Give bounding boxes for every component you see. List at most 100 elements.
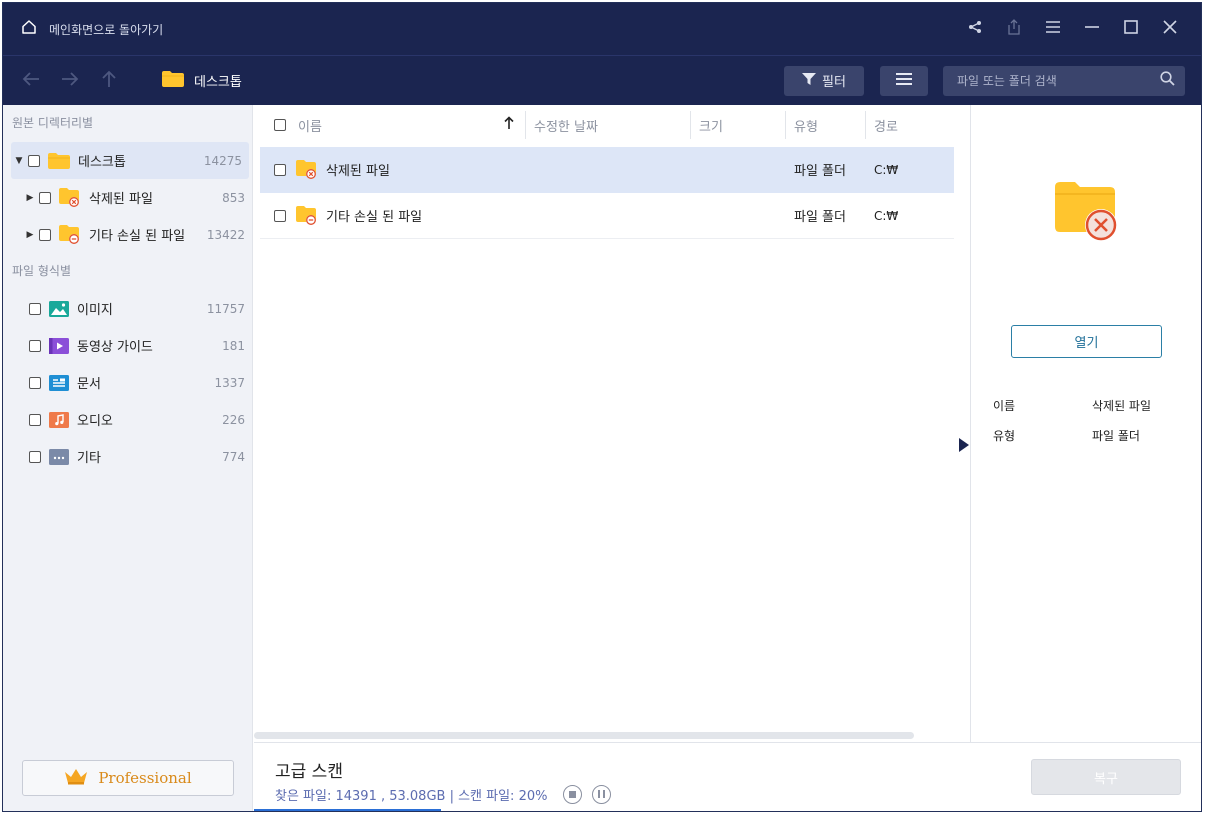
image-icon [49,300,69,317]
title-bar: 메인화면으로 돌아가기 [3,3,1201,55]
cell-type: 파일 폴더 [794,210,846,225]
sidebar-item-label: 삭제된 파일 [89,192,153,207]
sort-ascending-icon[interactable] [504,116,514,134]
sidebar-item-label: 데스크톱 [78,155,126,170]
minimize-icon [1084,20,1100,38]
deleted-folder-icon [59,187,81,208]
row-checkbox[interactable] [274,163,286,176]
item-count: 1337 [214,375,245,390]
checkbox[interactable] [29,302,41,315]
column-header-type[interactable]: 유형 [786,105,866,145]
folder-icon [162,70,194,91]
sidebar-item-label: 문서 [77,377,101,392]
row-checkbox[interactable] [274,209,286,222]
sidebar-item-desktop[interactable]: ▼ 데스크톱 14275 [11,142,249,179]
share-button[interactable] [955,3,994,55]
checkbox[interactable] [39,191,51,204]
collapsed-triangle-icon[interactable]: ▶ [25,193,35,203]
search-input[interactable] [957,73,1160,88]
scan-progress-bar [254,809,441,811]
scan-status-text: 찾은 파일: 14391 , 53.08GB | 스캔 파일: 20% [275,789,548,804]
stop-scan-button[interactable] [563,785,583,804]
audio-icon [49,411,69,428]
toolbar-right: 필터 [784,65,1201,96]
up-button[interactable] [89,56,128,106]
lost-folder-icon [296,205,318,226]
sidebar-item-label: 기타 [77,451,101,466]
search-icon[interactable] [1160,71,1175,90]
item-count: 226 [222,412,245,427]
filter-button[interactable]: 필터 [784,65,864,96]
checkbox[interactable] [39,228,51,241]
hamburger-icon [1045,20,1061,38]
recover-button[interactable]: 복구 [1031,759,1181,795]
cell-name: 삭제된 파일 [326,164,390,179]
close-icon [1162,20,1177,38]
open-button[interactable]: 열기 [1011,325,1162,358]
collapsed-triangle-icon[interactable]: ▶ [25,230,35,240]
crown-icon [64,767,98,789]
maximize-button[interactable] [1111,3,1150,55]
filter-label: 필터 [822,75,846,90]
professional-button[interactable]: Professional [22,760,234,796]
sidebar-item-audio[interactable]: 오디오 226 [3,401,252,438]
checkbox[interactable] [29,450,41,463]
toolbar: 데스크톱 필터 [3,55,1201,105]
arrow-right-icon [61,71,79,91]
horizontal-scrollbar[interactable] [254,732,914,739]
forward-button[interactable] [50,56,89,106]
file-list: 이름 수정한 날짜 크기 유형 경로 삭제된 파일 파일 폴더 C:₩ 기타 손… [254,105,970,742]
pause-scan-button[interactable] [592,785,612,804]
section-title-file-type: 파일 형식별 [12,264,72,278]
sidebar-item-documents[interactable]: 문서 1337 [3,364,252,401]
filter-icon [802,72,822,90]
export-button[interactable] [994,3,1033,55]
checkbox[interactable] [29,376,41,389]
minimize-button[interactable] [1072,3,1111,55]
column-label: 수정한 날짜 [534,119,598,135]
home-label: 메인화면으로 돌아가기 [49,22,164,37]
checkbox[interactable] [29,339,41,352]
table-row[interactable]: 삭제된 파일 파일 폴더 C:₩ [260,147,954,193]
close-button[interactable] [1150,3,1189,55]
deleted-folder-icon [296,159,318,180]
section-title-directory: 원본 디렉터리별 [12,116,94,130]
export-icon [1006,19,1022,39]
item-count: 13422 [206,227,245,242]
sidebar-item-images[interactable]: 이미지 11757 [3,290,252,327]
column-header-name[interactable]: 이름 [254,105,526,145]
select-all-checkbox[interactable] [274,119,286,131]
share-icon [968,20,982,38]
maximize-icon [1123,20,1138,38]
item-count: 11757 [206,301,245,316]
column-header-modified[interactable]: 수정한 날짜 [526,105,691,145]
sidebar-item-other[interactable]: 기타 774 [3,438,252,475]
item-count: 774 [222,449,245,464]
column-header-path[interactable]: 경로 [866,105,946,145]
expand-triangle-icon[interactable]: ▼ [14,156,24,166]
scan-status: 찾은 파일: 14391 , 53.08GB | 스캔 파일: 20% [275,785,612,804]
professional-label: Professional [98,769,192,787]
sidebar-item-label: 동영상 가이드 [77,340,153,355]
details-panel: 열기 이름 삭제된 파일 유형 파일 폴더 [959,105,1201,742]
column-header-size[interactable]: 크기 [691,105,786,145]
checkbox[interactable] [29,413,41,426]
back-button[interactable] [11,56,50,106]
search-box [943,65,1185,96]
breadcrumb[interactable]: 데스크톱 [162,70,242,91]
app-window: 메인화면으로 돌아가기 데스크톱 필터 파일 또는 폴더 검색 원본 디렉터리별… [2,2,1202,812]
menu-button[interactable] [1033,3,1072,55]
home-button[interactable]: 메인화면으로 돌아가기 [3,19,163,39]
sidebar-item-other-lost-files[interactable]: ▶ 기타 손실 된 파일 13422 [3,216,252,253]
other-icon [49,448,69,465]
view-menu-button[interactable] [880,65,928,96]
item-count: 853 [222,190,245,205]
breadcrumb-label: 데스크톱 [194,75,242,90]
sidebar-item-video[interactable]: 동영상 가이드 181 [3,327,252,364]
table-row[interactable]: 기타 손실 된 파일 파일 폴더 C:₩ [260,193,954,239]
cell-path: C:₩ [874,162,899,177]
checkbox[interactable] [28,154,40,167]
sidebar-item-deleted-files[interactable]: ▶ 삭제된 파일 853 [3,179,252,216]
scan-title: 고급 스캔 [275,762,343,782]
collapse-panel-icon[interactable] [958,437,970,457]
